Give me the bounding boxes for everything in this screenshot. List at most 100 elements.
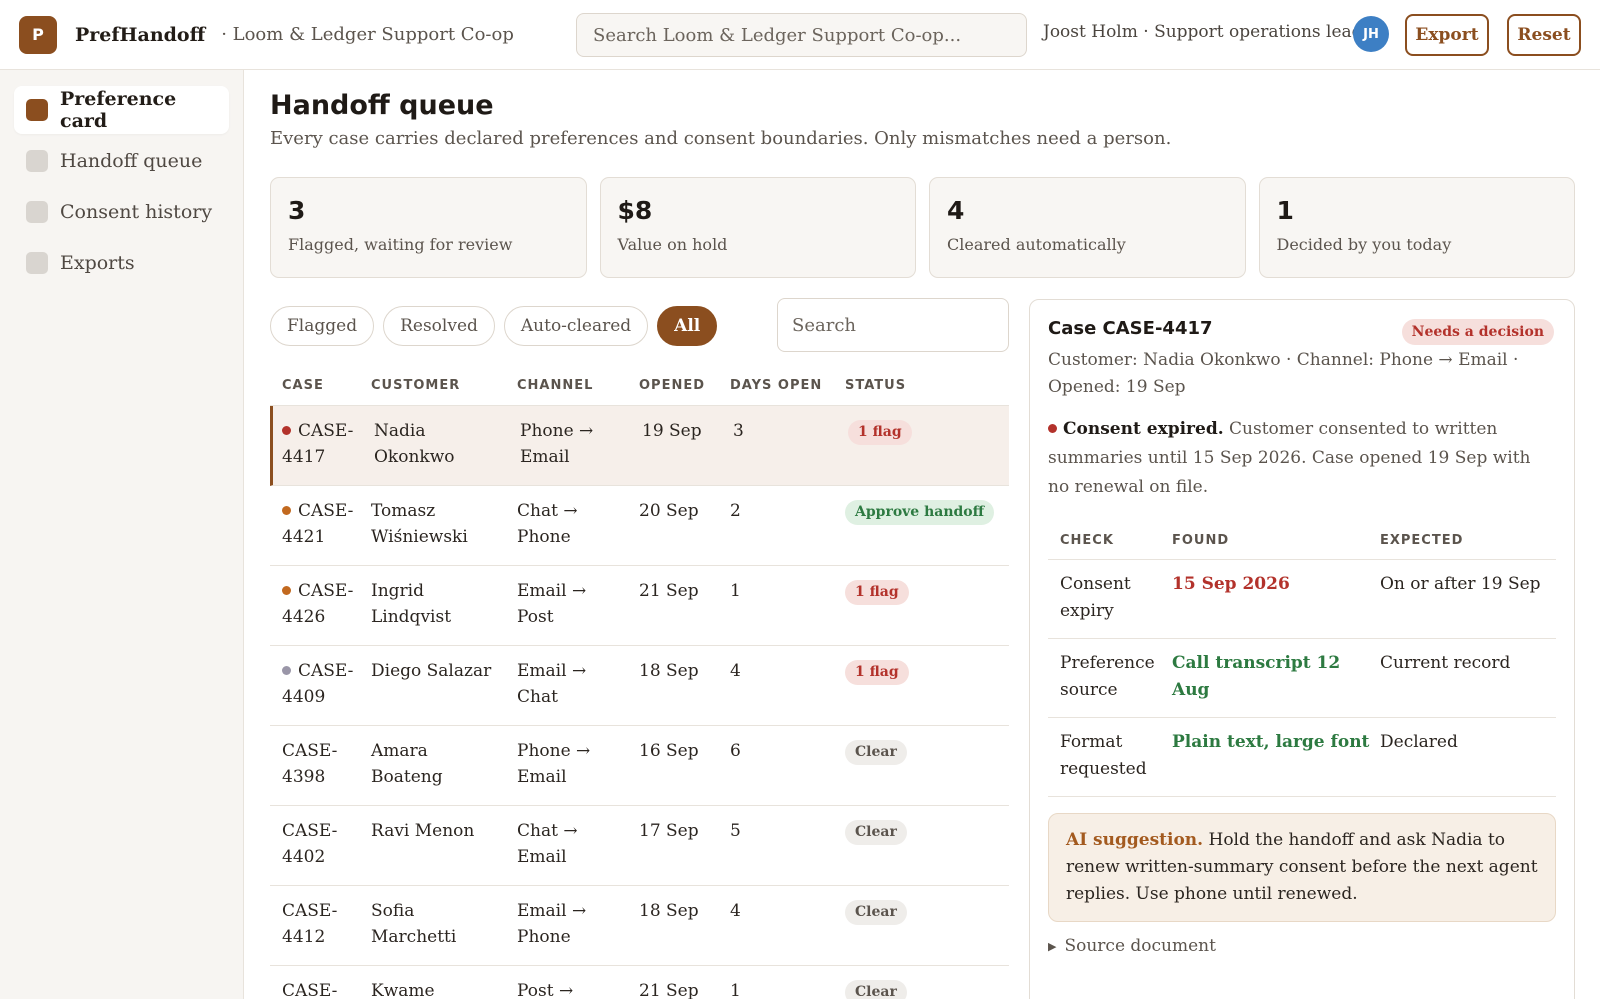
days-open: 1 (730, 981, 741, 999)
consent-alert: Consent expired. Customer consented to w… (1048, 415, 1556, 502)
column-header-days-open[interactable]: DAYS OPEN (730, 378, 845, 393)
table-row[interactable]: CASE- 4417 Nadia Okonkwo Phone → Email 19 Sep 3… (270, 406, 1009, 486)
avatar[interactable]: JH (1353, 16, 1389, 52)
column-header-expected: EXPECTED (1380, 533, 1464, 548)
opened-date: 18 Sep (639, 661, 699, 681)
days-open: 3 (733, 421, 744, 441)
status-cell: 1 flag (848, 418, 1009, 445)
status-badge: Clear (845, 900, 907, 925)
check-name-line: Consent (1060, 574, 1131, 594)
customer-name: Amara Boateng (371, 738, 517, 790)
days-open: 6 (730, 741, 741, 761)
case-id-line: CASE- (282, 741, 338, 761)
status-badge: Clear (845, 740, 907, 765)
check-name-line: source (1060, 680, 1118, 700)
export-button[interactable]: Export (1405, 14, 1489, 56)
status-badge: Approve handoff (845, 500, 995, 525)
global-search-input[interactable]: Search Loom & Ledger Support Co-op... (576, 13, 1027, 57)
channel-line: Email (517, 847, 567, 867)
opened-date: 21 Sep (639, 581, 699, 601)
case-id-line: 4421 (282, 527, 326, 547)
column-header-found: FOUND (1172, 533, 1230, 548)
case-id-line: CASE- (298, 501, 354, 521)
status-cell: Clear (845, 818, 1009, 845)
stat-label: Value on hold (617, 235, 728, 254)
column-header-status[interactable]: STATUS (845, 378, 1009, 393)
table-row[interactable]: CASE- 4421 Tomasz Wiśniewski Chat → Phone 20 S… (270, 486, 1009, 566)
stat-label: Decided by you today (1276, 235, 1452, 254)
table-row[interactable]: CASE- 4426 Ingrid Lindqvist Email → Post 21 Se… (270, 566, 1009, 646)
opened-date: 18 Sep (639, 901, 699, 921)
case-id-line: 4412 (282, 927, 326, 947)
days-open: 5 (730, 821, 741, 841)
channel-line: Email → (517, 581, 587, 601)
consent-history-icon (26, 201, 48, 223)
case-id-line: 4426 (282, 607, 326, 627)
sidebar: Preference card Handoff queue Consent hi… (0, 70, 244, 999)
app-root: P PrefHandoff · Loom & Ledger Support Co… (0, 0, 1600, 999)
customer-name-line: Tomasz (371, 501, 436, 521)
channel-line: Email (520, 447, 570, 467)
sidebar-item-consent-history[interactable]: Consent history (14, 188, 229, 236)
user-label: Joost Holm · Support operations lead (1043, 22, 1363, 42)
channel-line: Chat → (517, 501, 578, 521)
status-cell: Approve handoff (845, 498, 1009, 525)
ai-suggestion-label: AI suggestion. (1066, 830, 1204, 850)
case-id: CASE- 4409 (270, 658, 371, 710)
sidebar-item-preference-card[interactable]: Preference card (14, 86, 229, 134)
opened-date: 21 Sep (639, 981, 699, 999)
days-open: 1 (730, 581, 741, 601)
table-row[interactable]: CASE- 4398 Amara Boateng Phone → Email 16 Sep 6… (270, 726, 1009, 806)
column-header-customer[interactable]: CUSTOMER (371, 378, 517, 393)
org-name: · Loom & Ledger Support Co-op (221, 24, 514, 45)
sidebar-item-label: Consent history (60, 201, 213, 223)
status-cell: Clear (845, 898, 1009, 925)
check-name-line: Format (1060, 732, 1123, 752)
status-badge: Clear (845, 980, 907, 999)
stat-card-cleared: 4 Cleared automatically (929, 177, 1246, 278)
channel-line: Post → (517, 981, 574, 999)
sidebar-item-handoff-queue[interactable]: Handoff queue (14, 137, 229, 185)
table-row[interactable]: CASE- Kwame Post → 21 Sep 1 Clear (270, 966, 1009, 999)
filter-chip-auto-cleared[interactable]: Auto-cleared (503, 306, 649, 346)
table-row[interactable]: CASE- 4402 Ravi Menon Chat → Email 17 Sep 5 Cle… (270, 806, 1009, 886)
days-open: 2 (730, 501, 741, 521)
stats-row: 3 Flagged, waiting for review $8 Value o… (270, 177, 1575, 278)
queue-search-input[interactable]: Search (777, 298, 1009, 352)
filter-chip-all[interactable]: All (657, 306, 718, 346)
status-badge: Clear (845, 820, 907, 845)
table-row[interactable]: CASE- 4409 Diego Salazar Email → Chat 18 Sep 4… (270, 646, 1009, 726)
sidebar-item-exports[interactable]: Exports (14, 239, 229, 287)
table-row[interactable]: CASE- 4412 Sofia Marchetti Email → Phone 18 Se… (270, 886, 1009, 966)
filter-chip-flagged[interactable]: Flagged (270, 306, 375, 346)
channel-line: Phone (517, 527, 571, 547)
case-id-line: CASE- (298, 661, 354, 681)
customer-name: Tomasz Wiśniewski (371, 498, 517, 550)
status-dot-icon (282, 666, 291, 675)
global-search-placeholder: Search Loom & Ledger Support Co-op... (593, 24, 962, 46)
opened-date: 20 Sep (639, 501, 699, 521)
status-dot-icon (282, 426, 291, 435)
check-name-line: expiry (1060, 601, 1114, 621)
reset-button[interactable]: Reset (1507, 14, 1581, 56)
case-id: CASE- 4421 (270, 498, 371, 550)
disclosure-triangle-icon: ▶ (1048, 939, 1057, 953)
column-header-opened[interactable]: OPENED (639, 378, 730, 393)
preference-card-icon (26, 99, 48, 121)
filter-chip-resolved[interactable]: Resolved (383, 306, 495, 346)
source-document-toggle[interactable]: ▶ Source document (1048, 936, 1556, 956)
column-header-check: CHECK (1060, 533, 1114, 548)
handoff-queue-icon (26, 150, 48, 172)
customer-name-line: Amara (371, 741, 428, 761)
case-id: CASE- 4412 (270, 898, 371, 950)
column-header-case[interactable]: CASE (270, 378, 371, 393)
channel: Email → Post (517, 578, 639, 630)
stat-value: 4 (947, 196, 965, 225)
stat-card-value-on-hold: $8 Value on hold (599, 177, 916, 278)
customer-name-line: Boateng (371, 767, 443, 787)
channel-line: Phone → (520, 421, 594, 441)
top-bar: P PrefHandoff · Loom & Ledger Support Co… (0, 0, 1600, 70)
channel-line: Phone (517, 927, 571, 947)
sidebar-item-label: Exports (60, 252, 135, 274)
column-header-channel[interactable]: CHANNEL (517, 378, 639, 393)
